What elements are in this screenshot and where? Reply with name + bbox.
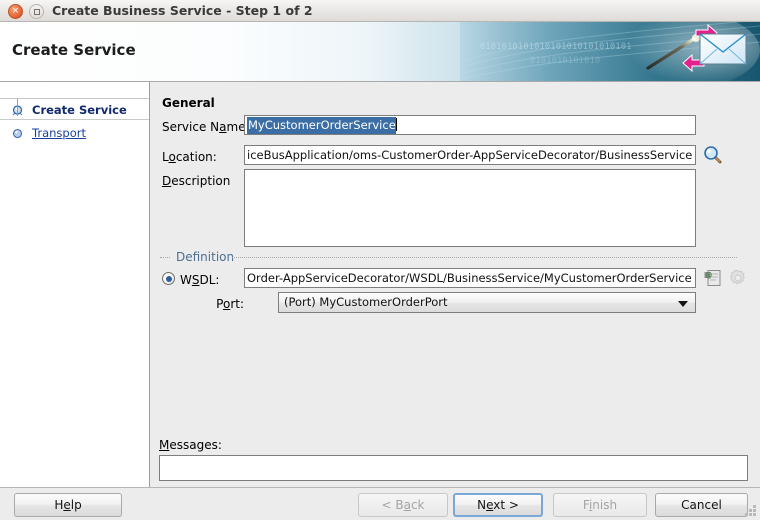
sidebar-item-label: Create Service (32, 103, 127, 117)
wizard-content-panel: General Service Name: MyCustomerOrderSer… (150, 82, 760, 487)
port-select[interactable]: (Port) MyCustomerOrderPort (278, 292, 696, 313)
gear-icon (728, 268, 748, 288)
wizard-step-tree: Create Service Transport (0, 82, 150, 487)
location-label: Location: (162, 150, 217, 164)
wsdl-input[interactable]: Order-AppServiceDecorator/WSDL/BusinessS… (244, 268, 696, 288)
finish-button[interactable]: Finish (553, 493, 647, 517)
definition-separator-left (160, 257, 170, 259)
dialog-footer: Help < Back Next > Finish Cancel (0, 488, 760, 520)
magnifier-icon[interactable] (703, 145, 723, 165)
port-value: (Port) MyCustomerOrderPort (284, 295, 448, 309)
page-title: Create Service (12, 41, 136, 59)
description-textarea[interactable] (244, 169, 696, 247)
radio-dot (165, 275, 172, 282)
help-button[interactable]: Help (14, 493, 122, 517)
close-icon[interactable]: × (8, 4, 23, 19)
description-label: Description (162, 174, 231, 188)
window-title: Create Business Service - Step 1 of 2 (52, 3, 313, 18)
banner-binary-text-2: 0101010101010 (530, 56, 601, 66)
back-button[interactable]: < Back (358, 493, 448, 517)
general-section-title: General (162, 96, 215, 110)
messages-label: Messages: (159, 438, 222, 452)
tree-connector-line (17, 99, 18, 116)
svg-text:@: @ (705, 271, 712, 279)
wsdl-radio[interactable] (162, 272, 175, 285)
maximize-icon[interactable] (29, 4, 44, 19)
wizard-header: Create Service 0101010101010101010101010… (0, 22, 760, 82)
sidebar-item-transport[interactable]: Transport (0, 122, 149, 144)
port-label: Port: (216, 297, 244, 311)
sidebar-item-create-service[interactable]: Create Service (0, 98, 149, 120)
location-input[interactable]: iceBusApplication/oms-CustomerOrder-AppS… (244, 145, 696, 165)
banner-artwork: 0101010101010101010101010101 01010101010… (459, 22, 760, 81)
tree-node-icon (11, 127, 24, 140)
next-button[interactable]: Next > (453, 493, 543, 517)
definition-separator (232, 257, 737, 259)
maximize-glyph (33, 8, 40, 15)
title-bar: × Create Business Service - Step 1 of 2 (0, 0, 760, 22)
sidebar-item-label[interactable]: Transport (32, 126, 86, 140)
messages-output (159, 455, 748, 481)
create-business-service-dialog: × Create Business Service - Step 1 of 2 … (0, 0, 760, 520)
wsdl-browse-icon[interactable]: @ (703, 268, 723, 288)
wsdl-label: WSDL: (180, 273, 220, 287)
chevron-down-icon (678, 301, 688, 307)
cancel-button[interactable]: Cancel (655, 493, 748, 517)
banner-binary-text-1: 0101010101010101010101010101 (480, 42, 632, 52)
definition-section-title: Definition (172, 250, 239, 264)
service-name-value: MyCustomerOrderService (247, 117, 396, 134)
service-name-label: Service Name: (162, 120, 250, 134)
service-name-input[interactable]: MyCustomerOrderService (244, 115, 696, 135)
resize-grip[interactable] (744, 504, 758, 518)
text-caret (395, 118, 397, 131)
